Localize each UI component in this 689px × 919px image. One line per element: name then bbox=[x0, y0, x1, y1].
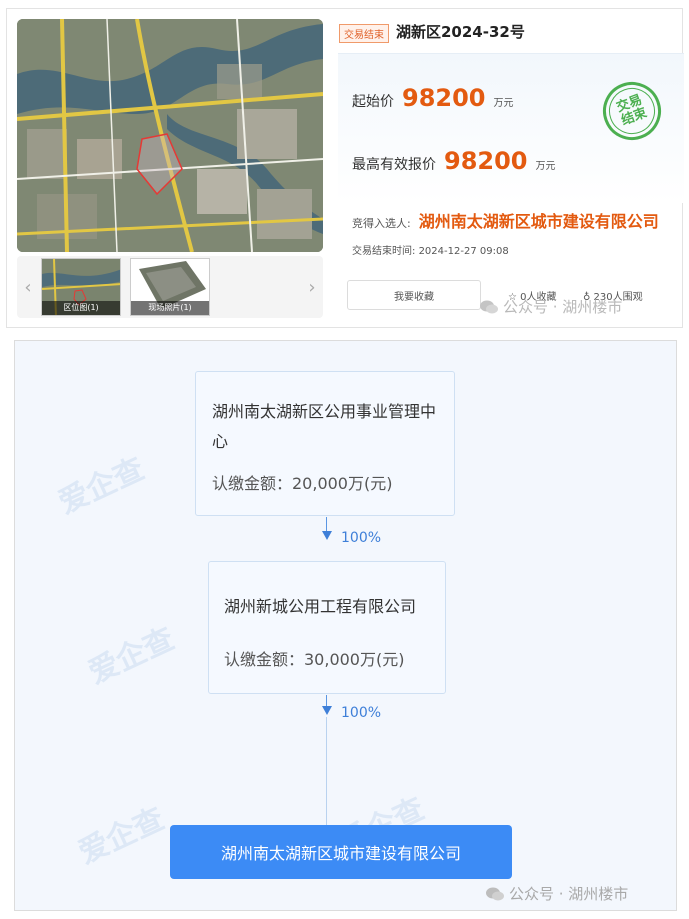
end-time-row: 交易结束时间: 2024-12-27 09:08 bbox=[352, 242, 509, 257]
highest-bid-unit: 万元 bbox=[535, 161, 556, 172]
deal-closed-stamp: 交易结束 bbox=[594, 73, 670, 149]
thumbnail-label: 现场照片(1) bbox=[131, 301, 209, 315]
subscribed-amount: 认缴金额：20,000万(元) bbox=[212, 474, 393, 493]
start-price-unit: 万元 bbox=[493, 98, 514, 109]
subscribed-amount: 认缴金额：30,000万(元) bbox=[224, 650, 405, 669]
highest-bid-value: 98200 bbox=[444, 147, 528, 175]
shareholder-node[interactable]: 湖州新城公用工程有限公司 认缴金额：30,000万(元) bbox=[208, 561, 446, 694]
thumbnail-location-map[interactable]: 区位图(1) bbox=[41, 258, 121, 316]
winner-row: 竞得入选人: 湖州南太湖新区城市建设有限公司 bbox=[352, 208, 659, 232]
watermark: 公众号 · 湖州楼市 bbox=[479, 296, 622, 317]
thumbnail-next-arrow-icon[interactable]: › bbox=[301, 256, 323, 318]
location-map-image[interactable] bbox=[17, 19, 323, 252]
satellite-map bbox=[17, 19, 323, 252]
watermark-brand: 爱企查 bbox=[83, 621, 180, 692]
winner-name: 湖州南太湖新区城市建设有限公司 bbox=[418, 212, 659, 231]
shareholder-name: 湖州新城公用工程有限公司 bbox=[224, 597, 417, 616]
watermark-brand: 爱企查 bbox=[53, 451, 150, 522]
ownership-percent: 100% bbox=[341, 705, 382, 721]
connector-line bbox=[326, 717, 327, 825]
lot-title: 湖新区2024-32号 bbox=[396, 23, 525, 41]
land-listing-card: ‹ 区位图(1) 现场照片(1) › 交易结束 湖新区2024-32号 起始价 … bbox=[6, 8, 684, 329]
end-time-label: 交易结束时间: bbox=[352, 246, 416, 257]
status-badge: 交易结束 bbox=[339, 24, 389, 43]
price-panel: 起始价 98200 万元 最高有效报价 98200 万元 交易结束 bbox=[338, 53, 684, 203]
shareholder-node[interactable]: 湖州南太湖新区公用事业管理中心 认缴金额：20,000万(元) bbox=[195, 371, 455, 516]
highest-bid-label: 最高有效报价 bbox=[352, 157, 436, 173]
ownership-percent: 100% bbox=[341, 530, 382, 546]
wechat-icon bbox=[486, 887, 504, 900]
listing-info-panel: 交易结束 湖新区2024-32号 起始价 98200 万元 最高有效报价 982… bbox=[338, 9, 684, 329]
thumbnail-prev-arrow-icon[interactable]: ‹ bbox=[17, 256, 39, 318]
stamp-text: 交易结束 bbox=[614, 92, 650, 129]
watermark-brand: 爱企查 bbox=[73, 801, 170, 872]
end-time-value: 2024-12-27 09:08 bbox=[418, 246, 509, 257]
highest-bid-row: 最高有效报价 98200 万元 bbox=[352, 147, 556, 175]
watermark-text: 公众号 · 湖州楼市 bbox=[503, 298, 623, 316]
thumbnail-label: 区位图(1) bbox=[42, 301, 120, 315]
watermark-text: 公众号 · 湖州楼市 bbox=[509, 885, 629, 903]
watermark: 公众号 · 湖州楼市 bbox=[485, 883, 628, 904]
equity-structure-chart: 爱企查 爱企查 爱企查 爱企查 湖州南太湖新区公用事业管理中心 认缴金额：20,… bbox=[14, 340, 677, 911]
shareholder-name: 湖州南太湖新区公用事业管理中心 bbox=[212, 402, 437, 451]
arrow-down-icon bbox=[322, 706, 332, 715]
thumbnail-strip: ‹ 区位图(1) 现场照片(1) › bbox=[17, 256, 323, 318]
favorite-button[interactable]: 我要收藏 bbox=[347, 280, 481, 310]
start-price-row: 起始价 98200 万元 bbox=[352, 84, 514, 112]
winner-label: 竞得入选人: bbox=[352, 217, 411, 230]
start-price-value: 98200 bbox=[402, 84, 486, 112]
wechat-icon bbox=[480, 300, 498, 313]
arrow-down-icon bbox=[322, 531, 332, 540]
target-company-node[interactable]: 湖州南太湖新区城市建设有限公司 bbox=[170, 825, 512, 879]
thumbnail-site-photo[interactable]: 现场照片(1) bbox=[130, 258, 210, 316]
start-price-label: 起始价 bbox=[352, 94, 394, 110]
